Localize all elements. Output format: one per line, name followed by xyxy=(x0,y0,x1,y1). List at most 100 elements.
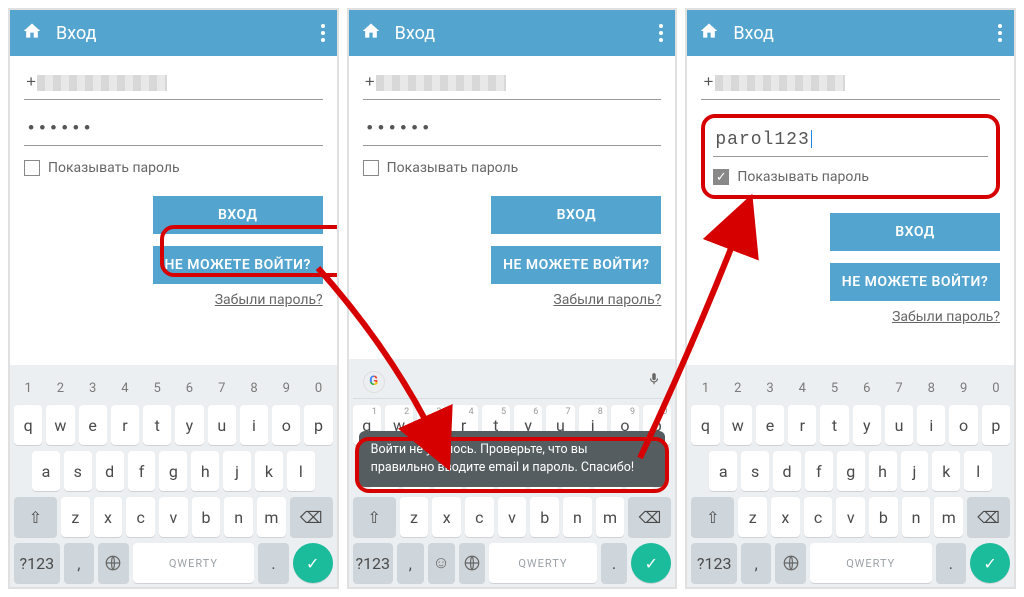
home-icon[interactable] xyxy=(699,21,719,46)
show-password-row[interactable]: Показывать пароль xyxy=(363,160,662,176)
key-shift[interactable]: ⇧ xyxy=(353,497,396,537)
login-button[interactable]: ВХОД xyxy=(491,196,661,234)
key-c[interactable]: c xyxy=(126,497,155,537)
key-num-1[interactable]: 1 xyxy=(691,377,719,399)
checkbox-unchecked-icon[interactable] xyxy=(24,160,40,176)
key-y[interactable]: y xyxy=(853,405,881,445)
key-backspace[interactable]: ⌫ xyxy=(628,497,671,537)
key-x[interactable]: x xyxy=(94,497,123,537)
key-period[interactable]: . xyxy=(258,543,288,583)
key-period[interactable]: . xyxy=(601,543,628,583)
key-z[interactable]: z xyxy=(61,497,90,537)
key-space[interactable]: QWERTY xyxy=(133,543,255,583)
key-j[interactable]: j xyxy=(223,451,251,491)
cant-login-button[interactable]: НЕ МОЖЕТЕ ВОЙТИ? xyxy=(153,246,323,284)
key-d[interactable]: d xyxy=(96,451,124,491)
key-period[interactable]: . xyxy=(936,543,966,583)
key-space[interactable]: QWERTY xyxy=(489,543,596,583)
menu-overflow-icon[interactable] xyxy=(998,24,1002,42)
key-shift[interactable]: ⇧ xyxy=(14,497,57,537)
key-n[interactable]: n xyxy=(902,497,931,537)
key-comma[interactable]: , xyxy=(397,543,424,583)
key-num-1[interactable]: 1 xyxy=(14,377,42,399)
key-num-9[interactable]: 9 xyxy=(949,377,977,399)
key-a[interactable]: a xyxy=(32,451,60,491)
key-q[interactable]: q xyxy=(14,405,42,445)
key-x[interactable]: x xyxy=(432,497,461,537)
login-button[interactable]: ВХОД xyxy=(830,213,1000,251)
key-z[interactable]: z xyxy=(738,497,767,537)
key-d[interactable]: d xyxy=(773,451,801,491)
key-j[interactable]: j xyxy=(901,451,929,491)
show-password-row[interactable]: ✓ Показывать пароль xyxy=(713,169,988,185)
key-l[interactable]: l xyxy=(287,451,315,491)
key-a[interactable]: a xyxy=(709,451,737,491)
key-f[interactable]: f xyxy=(128,451,156,491)
phone-field[interactable]: + xyxy=(24,68,323,100)
phone-field[interactable]: + xyxy=(701,68,1000,100)
checkbox-checked-icon[interactable]: ✓ xyxy=(713,169,729,185)
key-i[interactable]: i xyxy=(917,405,945,445)
key-num-4[interactable]: 4 xyxy=(788,377,816,399)
key-num-4[interactable]: 4 xyxy=(111,377,139,399)
key-t[interactable]: t xyxy=(820,405,848,445)
key-sym[interactable]: ?123 xyxy=(353,543,393,583)
key-enter[interactable]: ✓ xyxy=(293,543,333,583)
google-icon[interactable]: G xyxy=(363,371,385,393)
key-num-2[interactable]: 2 xyxy=(46,377,74,399)
key-backspace[interactable]: ⌫ xyxy=(967,497,1010,537)
home-icon[interactable] xyxy=(22,21,42,46)
key-p[interactable]: p xyxy=(304,405,332,445)
key-c[interactable]: c xyxy=(804,497,833,537)
key-x[interactable]: x xyxy=(771,497,800,537)
key-enter[interactable]: ✓ xyxy=(631,543,671,583)
key-num-3[interactable]: 3 xyxy=(79,377,107,399)
key-m[interactable]: m xyxy=(596,497,625,537)
forgot-password-link[interactable]: Забыли пароль? xyxy=(24,292,323,308)
key-shift[interactable]: ⇧ xyxy=(691,497,734,537)
key-num-7[interactable]: 7 xyxy=(208,377,236,399)
key-space[interactable]: QWERTY xyxy=(810,543,932,583)
key-v[interactable]: v xyxy=(498,497,527,537)
key-t[interactable]: t xyxy=(143,405,171,445)
key-e[interactable]: e xyxy=(756,405,784,445)
key-n[interactable]: n xyxy=(563,497,592,537)
key-b[interactable]: b xyxy=(530,497,559,537)
menu-overflow-icon[interactable] xyxy=(321,24,325,42)
key-g[interactable]: g xyxy=(159,451,187,491)
phone-field[interactable]: + xyxy=(363,68,662,100)
key-num-0[interactable]: 0 xyxy=(304,377,332,399)
key-w[interactable]: w xyxy=(724,405,752,445)
key-num-8[interactable]: 8 xyxy=(240,377,268,399)
key-num-5[interactable]: 5 xyxy=(143,377,171,399)
key-v[interactable]: v xyxy=(836,497,865,537)
key-s[interactable]: s xyxy=(64,451,92,491)
key-z[interactable]: z xyxy=(400,497,429,537)
key-f[interactable]: f xyxy=(805,451,833,491)
key-b[interactable]: b xyxy=(869,497,898,537)
key-num-8[interactable]: 8 xyxy=(917,377,945,399)
key-k[interactable]: k xyxy=(255,451,283,491)
key-o[interactable]: o xyxy=(949,405,977,445)
key-m[interactable]: m xyxy=(934,497,963,537)
key-y[interactable]: y xyxy=(175,405,203,445)
password-field[interactable]: •••••• xyxy=(363,114,662,146)
cant-login-button[interactable]: НЕ МОЖЕТЕ ВОЙТИ? xyxy=(830,263,1000,301)
login-button[interactable]: ВХОД xyxy=(153,196,323,234)
key-h[interactable]: h xyxy=(191,451,219,491)
key-c[interactable]: c xyxy=(465,497,494,537)
key-i[interactable]: i xyxy=(240,405,268,445)
key-num-0[interactable]: 0 xyxy=(982,377,1010,399)
password-field-visible[interactable]: parol123 xyxy=(713,124,988,157)
key-comma[interactable]: , xyxy=(741,543,771,583)
key-n[interactable]: n xyxy=(224,497,253,537)
forgot-password-link[interactable]: Забыли пароль? xyxy=(701,309,1000,325)
menu-overflow-icon[interactable] xyxy=(659,24,663,42)
show-password-row[interactable]: Показывать пароль xyxy=(24,160,323,176)
key-enter[interactable]: ✓ xyxy=(970,543,1010,583)
password-field[interactable]: •••••• xyxy=(24,114,323,146)
key-g[interactable]: g xyxy=(837,451,865,491)
key-u[interactable]: u xyxy=(208,405,236,445)
key-num-5[interactable]: 5 xyxy=(820,377,848,399)
key-backspace[interactable]: ⌫ xyxy=(290,497,333,537)
